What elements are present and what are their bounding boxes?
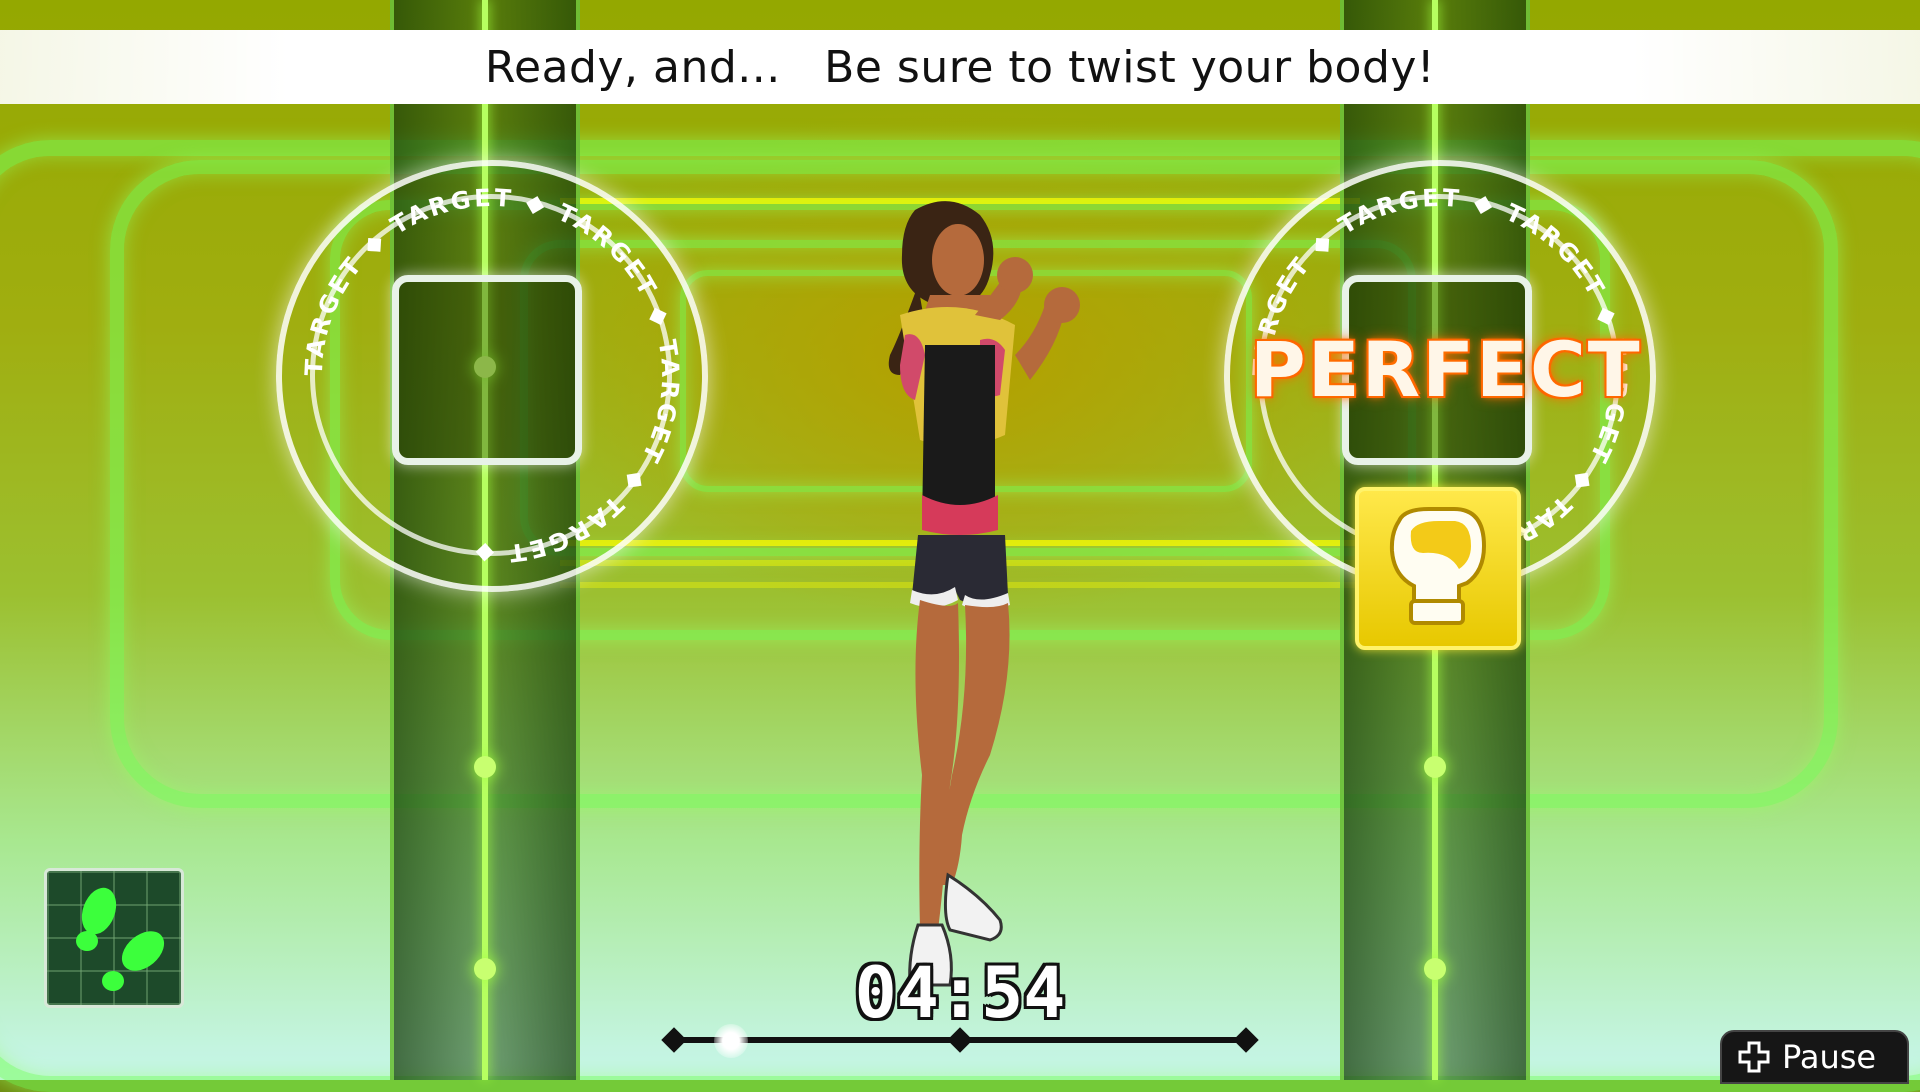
progress-end-marker [1233,1027,1259,1053]
step-indicator [44,868,184,1008]
plus-button-icon [1738,1041,1770,1073]
footsteps-icon [76,887,165,991]
instruction-text: Ready, and... Be sure to twist your body… [484,41,1436,93]
pause-label: Pause [1782,1038,1877,1076]
boxing-glove-icon [1389,507,1487,625]
next-move-card [1355,487,1521,650]
left-target-box [392,275,582,465]
trainer-character [888,201,1080,987]
perfect-feedback: PERFECT [1250,325,1642,414]
instruction-banner: Ready, and... Be sure to twist your body… [0,30,1920,104]
workout-timer: 04:54 [854,952,1066,1034]
progress-knob [714,1024,749,1058]
progress-start-marker [661,1027,687,1053]
progress-mid-marker [947,1027,973,1053]
workout-progress-bar [660,1024,1260,1058]
pause-button[interactable]: Pause [1720,1030,1909,1084]
